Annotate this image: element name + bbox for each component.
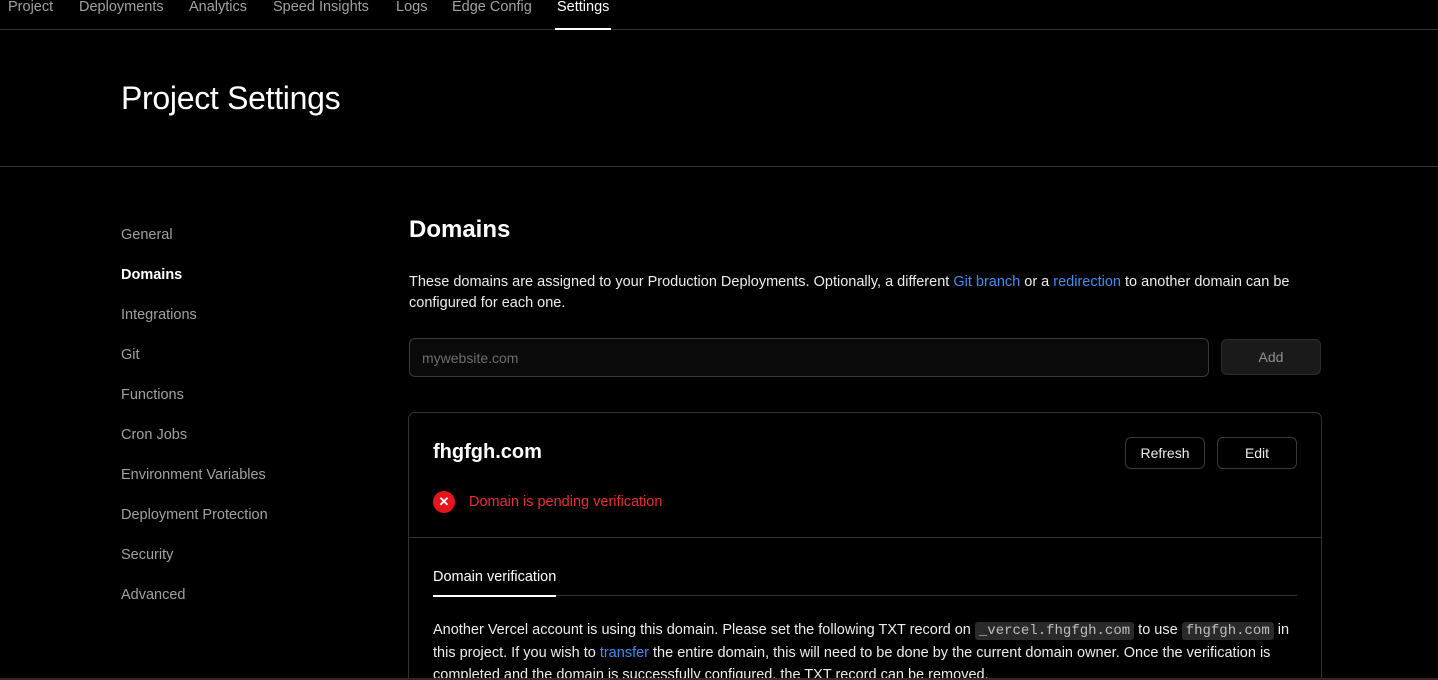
tab-edge-config[interactable]: Edge Config [452,0,532,30]
add-domain-button[interactable]: Add [1221,339,1321,375]
refresh-button[interactable]: Refresh [1125,437,1205,469]
tab-deployments[interactable]: Deployments [79,0,164,30]
verification-status: ✕ Domain is pending verification [433,490,662,514]
tab-domain-verification[interactable]: Domain verification [433,569,557,597]
x-circle-icon: ✕ [433,491,455,513]
sidebar-item-environment-variables[interactable]: Environment Variables [121,465,266,485]
project-top-nav: Project Deployments Analytics Speed Insi… [0,0,1438,30]
tab-logs[interactable]: Logs [396,0,427,30]
instructions-text: to use [1134,622,1182,638]
settings-header: Project Settings [0,30,1438,167]
card-divider [409,537,1321,538]
section-description: These domains are assigned to your Produ… [409,272,1329,314]
tab-settings[interactable]: Settings [554,0,612,30]
sidebar-item-security[interactable]: Security [121,545,173,565]
txt-record-host: _vercel.fhgfgh.com [974,622,1135,640]
section-title: Domains [409,216,511,243]
status-text: Domain is pending verification [469,494,663,510]
desc-text: or a [1020,274,1054,290]
verification-instructions: Another Vercel account is using this dom… [433,619,1303,680]
domain-name: fhgfgh.com [433,441,542,463]
domain-card: fhgfgh.com Refresh Edit ✕ Domain is pend… [408,412,1322,680]
desc-text: These domains are assigned to your Produ… [409,274,954,290]
sidebar-item-functions[interactable]: Functions [121,385,184,405]
tab-project[interactable]: Project [8,0,53,30]
sidebar-item-integrations[interactable]: Integrations [121,305,197,325]
sidebar-item-general[interactable]: General [121,225,173,245]
edit-button[interactable]: Edit [1217,437,1297,469]
domain-input[interactable] [409,338,1209,377]
page-title: Project Settings [121,80,341,116]
tab-analytics[interactable]: Analytics [189,0,247,30]
sidebar-item-git[interactable]: Git [121,345,140,365]
git-branch-link[interactable]: Git branch [953,274,1020,290]
instructions-text: Another Vercel account is using this dom… [433,622,975,638]
tab-speed-insights[interactable]: Speed Insights [273,0,369,30]
domain-code: fhgfgh.com [1181,622,1274,640]
redirection-link[interactable]: redirection [1053,274,1121,290]
sidebar-item-deployment-protection[interactable]: Deployment Protection [121,505,268,525]
sidebar-item-domains[interactable]: Domains [121,265,182,285]
sidebar-item-advanced[interactable]: Advanced [121,585,186,605]
sidebar-item-cron-jobs[interactable]: Cron Jobs [121,425,187,445]
card-subtabs: Domain verification [433,569,1297,597]
transfer-link[interactable]: transfer [600,645,649,661]
